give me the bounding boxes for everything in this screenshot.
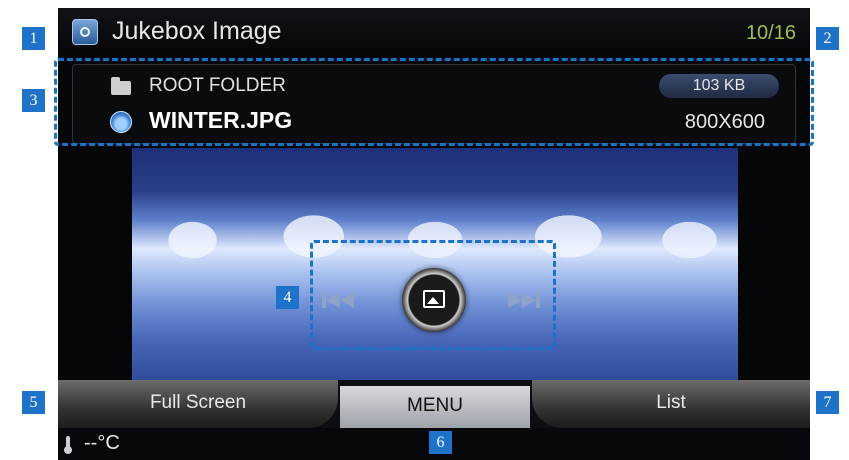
full-screen-button[interactable]: Full Screen [58,380,338,428]
callout-file-info [54,58,814,146]
image-counter: 10/16 [745,22,796,44]
list-button[interactable]: List [532,380,810,428]
thermometer-icon [64,436,72,454]
marker-3: 3 [22,89,45,112]
app-title: Jukebox Image [112,17,282,45]
bottom-menu-bar: Full Screen MENU List [58,380,810,428]
marker-6: 6 [429,431,452,454]
jukebox-image-icon [72,19,98,45]
marker-4: 4 [276,286,299,309]
header-bar: Jukebox Image 10/16 [58,8,810,56]
callout-playback-controls [310,240,556,350]
marker-5: 5 [22,391,45,414]
marker-7: 7 [816,391,839,414]
menu-button[interactable]: MENU [340,386,530,428]
marker-2: 2 [816,27,839,50]
temperature-readout: --°C [84,432,120,454]
marker-1: 1 [22,27,45,50]
